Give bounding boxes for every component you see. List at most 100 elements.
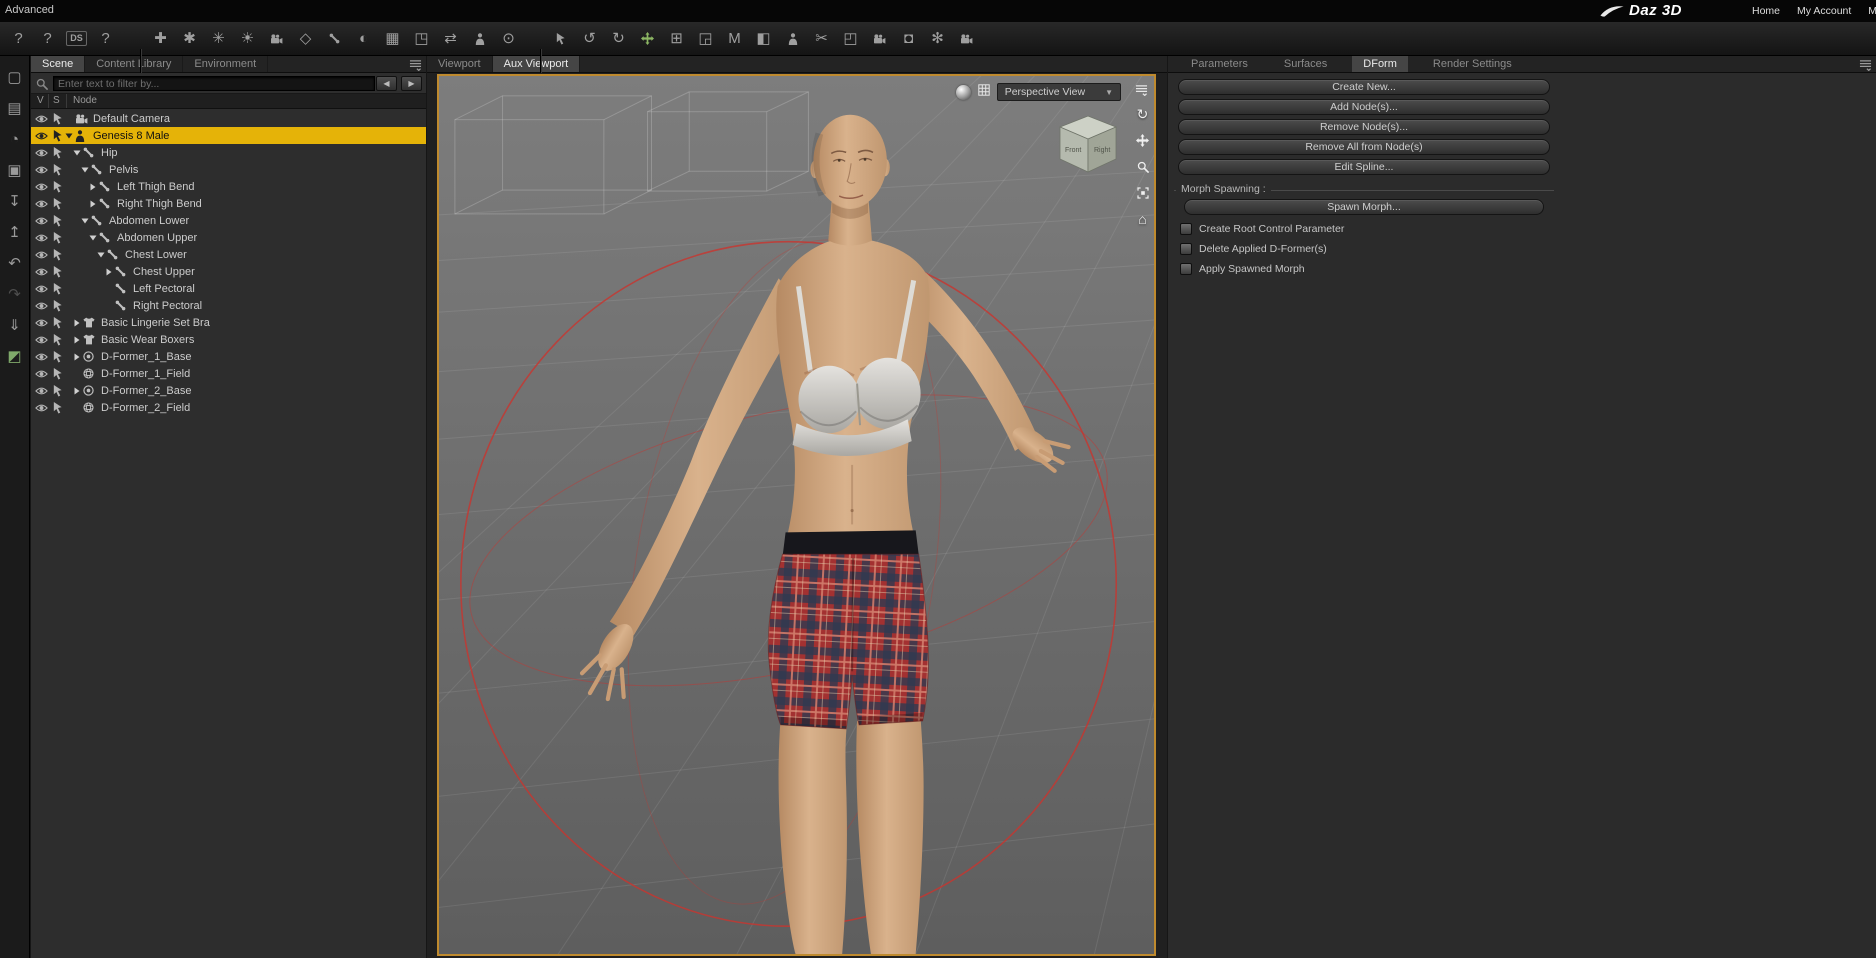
expander-icon[interactable] [73, 336, 83, 344]
expander-icon[interactable] [105, 268, 115, 276]
nav-my-account[interactable]: My Account [1797, 5, 1851, 17]
scene-node-row-chest-lower[interactable]: Chest Lower [31, 246, 426, 263]
selectable-cursor-icon[interactable] [49, 282, 65, 295]
right-panel-menu-icon[interactable] [1859, 59, 1872, 74]
import-icon[interactable]: ↧ [4, 190, 26, 212]
visibility-eye-icon[interactable] [33, 386, 49, 396]
scale-tool-icon[interactable]: ◲ [693, 26, 718, 51]
viewport-options-grid-icon[interactable] [978, 83, 990, 101]
nav-my-ga[interactable]: My Ga [1868, 5, 1876, 17]
selectable-cursor-icon[interactable] [49, 214, 65, 227]
visibility-eye-icon[interactable] [33, 182, 49, 192]
create-instance-icon[interactable]: ✳ [206, 26, 231, 51]
frame-view-icon[interactable] [1134, 184, 1151, 201]
expander-icon[interactable] [89, 200, 99, 208]
filter-prev-button[interactable]: ◀ [376, 76, 397, 91]
expander-icon[interactable] [89, 183, 99, 191]
surface-selection-icon[interactable]: ◧ [751, 26, 776, 51]
visibility-eye-icon[interactable] [33, 318, 49, 328]
measure-metrics-icon[interactable]: M [722, 26, 747, 51]
visibility-eye-icon[interactable] [33, 335, 49, 345]
render-queue-icon[interactable]: ◔ [4, 128, 26, 150]
tab-environment[interactable]: Environment [183, 56, 269, 72]
zoom-view-icon[interactable] [1134, 158, 1151, 175]
pan-view-icon[interactable] [1134, 132, 1151, 149]
expander-icon[interactable] [65, 132, 75, 140]
universal-tool-icon[interactable] [635, 26, 660, 51]
create-root-control-parameter-checkbox[interactable] [1180, 223, 1192, 235]
scene-node-row-left-pectoral[interactable]: Left Pectoral [31, 280, 426, 297]
edit-spline-button[interactable]: Edit Spline... [1178, 159, 1550, 175]
create-light-icon[interactable]: ☀ [235, 26, 260, 51]
figure-icon[interactable] [780, 26, 805, 51]
scene-node-row-right-pectoral[interactable]: Right Pectoral [31, 297, 426, 314]
aux-viewport[interactable]: Perspective View ▼ Front Right ↻ ⌂ [437, 74, 1156, 956]
rotate-tool-icon[interactable]: ↺ [577, 26, 602, 51]
scene-node-row-chest-upper[interactable]: Chest Upper [31, 263, 426, 280]
expander-icon[interactable] [73, 353, 83, 361]
scene-node-row-basic-lingerie-set-bra[interactable]: Basic Lingerie Set Bra [31, 314, 426, 331]
scene-node-row-left-thigh-bend[interactable]: Left Thigh Bend [31, 178, 426, 195]
download-icon[interactable]: ⇓ [4, 314, 26, 336]
expander-icon[interactable] [97, 251, 107, 259]
visibility-eye-icon[interactable] [33, 250, 49, 260]
save-icon[interactable]: ▣ [4, 159, 26, 181]
selectable-cursor-icon[interactable] [49, 197, 65, 210]
create-group-icon[interactable]: ✱ [177, 26, 202, 51]
visibility-eye-icon[interactable] [33, 403, 49, 413]
weight-map-icon[interactable]: ◐ [351, 26, 376, 51]
scene-node-row-abdomen-lower[interactable]: Abdomen Lower [31, 212, 426, 229]
visibility-eye-icon[interactable] [33, 369, 49, 379]
help-icon[interactable]: ? [35, 26, 60, 51]
tutorials-icon[interactable]: ? [93, 26, 118, 51]
selectable-cursor-icon[interactable] [49, 248, 65, 261]
expander-icon[interactable] [81, 217, 91, 225]
expander-icon[interactable] [73, 149, 83, 157]
shaded-sphere-icon[interactable] [955, 84, 971, 100]
viewport-menu-icon[interactable] [1135, 83, 1148, 101]
open-file-icon[interactable]: ▤ [4, 97, 26, 119]
export-icon[interactable]: ↥ [4, 221, 26, 243]
create-primitive-icon[interactable]: ◇ [293, 26, 318, 51]
home-view-icon[interactable]: ⌂ [1134, 210, 1151, 227]
selectable-cursor-icon[interactable] [49, 384, 65, 397]
viewport-3d-canvas[interactable] [439, 76, 1154, 954]
search-icon[interactable] [36, 77, 48, 95]
create-new-button[interactable]: Create New... [1178, 79, 1550, 95]
scene-node-row-d-former-1-base[interactable]: D-Former_1_Base [31, 348, 426, 365]
node-selection-icon[interactable] [548, 26, 573, 51]
joint-editor-icon[interactable] [322, 26, 347, 51]
redo-icon[interactable]: ↷ [4, 283, 26, 305]
expander-icon[interactable] [73, 319, 83, 327]
scene-node-row-pelvis[interactable]: Pelvis [31, 161, 426, 178]
rotate-view-icon[interactable]: ↻ [1134, 106, 1151, 123]
selectable-cursor-icon[interactable] [49, 112, 65, 125]
tab-viewport[interactable]: Viewport [427, 56, 493, 72]
tab-aux-viewport[interactable]: Aux Viewport [492, 56, 581, 72]
visibility-eye-icon[interactable] [33, 114, 49, 124]
scene-panel-menu-icon[interactable] [409, 59, 422, 74]
apply-spawned-morph-checkbox[interactable] [1180, 263, 1192, 275]
selectable-cursor-icon[interactable] [49, 401, 65, 414]
selectable-cursor-icon[interactable] [49, 265, 65, 278]
whats-this-icon[interactable]: ? [6, 26, 31, 51]
transfer-utility-icon[interactable]: ⇄ [438, 26, 463, 51]
new-file-icon[interactable]: ▢ [4, 66, 26, 88]
visibility-eye-icon[interactable] [33, 233, 49, 243]
spot-render-icon[interactable]: ◘ [896, 26, 921, 51]
scene-node-row-d-former-1-field[interactable]: D-Former_1_Field [31, 365, 426, 382]
filter-next-button[interactable]: ▶ [401, 76, 422, 91]
selectable-cursor-icon[interactable] [49, 367, 65, 380]
scene-filter-input[interactable] [53, 76, 375, 91]
render-icon[interactable] [954, 26, 979, 51]
camera-icon[interactable] [867, 26, 892, 51]
visibility-eye-icon[interactable] [33, 131, 49, 141]
tool-settings-icon[interactable]: ✻ [925, 26, 950, 51]
camera-view-selector[interactable]: Perspective View ▼ [996, 83, 1121, 101]
figure-setup-icon[interactable] [467, 26, 492, 51]
scene-node-row-genesis-8-male[interactable]: Genesis 8 Male [31, 127, 426, 144]
remove-all-from-node-s-button[interactable]: Remove All from Node(s) [1178, 139, 1550, 155]
selectable-cursor-icon[interactable] [49, 146, 65, 159]
region-navigator-icon[interactable]: ◰ [838, 26, 863, 51]
scene-node-row-d-former-2-base[interactable]: D-Former_2_Base [31, 382, 426, 399]
